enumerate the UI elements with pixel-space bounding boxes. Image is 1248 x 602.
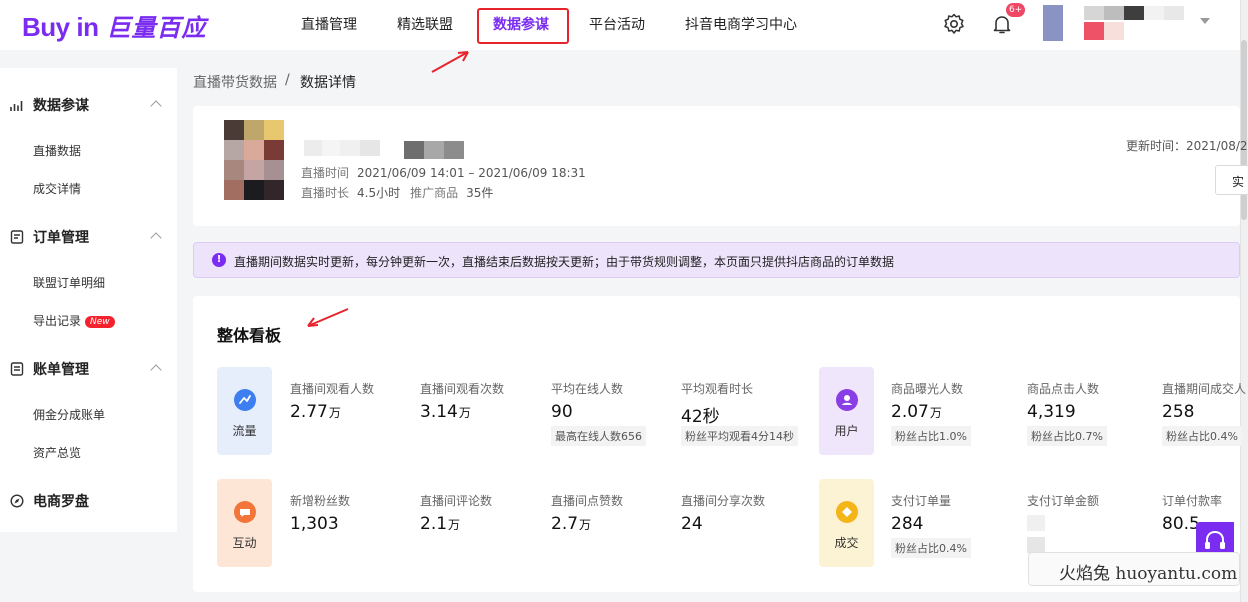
annotation-arrow <box>307 308 349 327</box>
metric-sub: 粉丝平均观看4分14秒 <box>681 426 798 446</box>
chart-icon <box>10 101 23 111</box>
sidebar-item-live-data[interactable]: 直播数据 <box>33 142 81 159</box>
metric-label: 商品点击人数 <box>1027 382 1100 396</box>
metric-label: 支付订单金额 <box>1027 494 1100 508</box>
list-icon <box>10 230 24 244</box>
nav-platform-events[interactable]: 平台活动 <box>589 14 645 34</box>
sidebar-group-data-advisor[interactable]: 数据参谋 <box>10 95 89 115</box>
live-duration-label: 直播时长 <box>301 186 350 200</box>
new-badge: New <box>85 316 115 328</box>
metric-label: 平均观看时长 <box>681 382 754 396</box>
live-time-value: 2021/06/09 14:01 – 2021/06/09 18:31 <box>357 166 586 180</box>
breadcrumb-separator: / <box>285 72 290 88</box>
sidebar-item-export-records[interactable]: 导出记录 New <box>33 312 115 329</box>
sidebar-group-label: 电商罗盘 <box>33 494 89 510</box>
category-deal: 成交 <box>819 479 874 567</box>
metric-value: 2.1万 <box>420 514 461 534</box>
sidebar-group-label: 订单管理 <box>33 230 89 246</box>
sidebar-item-alliance-orders[interactable]: 联盟订单明细 <box>33 274 105 291</box>
metric-label: 直播期间成交人 <box>1162 382 1247 396</box>
logo-text-cn: 巨量百应 <box>106 15 207 42</box>
metric-value: 2.77万 <box>290 402 341 422</box>
breadcrumb-parent[interactable]: 直播带货数据 <box>193 72 277 92</box>
metric-label: 商品曝光人数 <box>891 382 964 396</box>
metric-value: 2.7万 <box>551 514 592 534</box>
trend-icon <box>234 389 256 411</box>
metric-value: 258 <box>1162 402 1195 422</box>
notice-text: 直播期间数据实时更新，每分钟更新一次，直播结束后数据按天更新；由于带货规则调整，… <box>234 255 895 269</box>
promoted-products-label: 推广商品 <box>410 186 459 200</box>
sidebar-item-commission-bill[interactable]: 佣金分成账单 <box>33 406 105 423</box>
metric-value: 1,303 <box>290 514 339 534</box>
metric-label: 新增粉丝数 <box>290 494 351 508</box>
nav-learning-center[interactable]: 抖音电商学习中心 <box>685 14 797 34</box>
info-icon: ! <box>212 253 226 267</box>
metric-value: 24 <box>681 514 703 534</box>
chat-icon <box>234 501 256 523</box>
sidebar-group-compass[interactable]: 电商罗盘 <box>10 491 89 511</box>
sidebar-group-bill-management[interactable]: 账单管理 <box>10 359 89 379</box>
metric-value: 42秒 <box>681 407 720 427</box>
sidebar <box>0 68 177 532</box>
metric-sub: 粉丝占比0.4% <box>891 538 971 558</box>
metric-label: 支付订单量 <box>891 494 952 508</box>
compass-icon <box>10 494 24 508</box>
metric-label: 直播间观看次数 <box>420 382 505 396</box>
live-cover-thumbnail <box>224 120 284 200</box>
metric-label: 订单付款率 <box>1162 494 1223 508</box>
chevron-down-icon[interactable] <box>1200 18 1210 24</box>
metric-sub: 粉丝占比0.4% <box>1162 426 1242 446</box>
metric-value: 2.07万 <box>891 402 942 422</box>
gear-icon[interactable] <box>942 12 966 36</box>
dashboard-title: 整体看板 <box>217 326 282 345</box>
metric-value: 3.14万 <box>420 402 471 422</box>
category-interaction: 互动 <box>217 479 272 567</box>
buyin-logo[interactable]: Buy in 巨量百应 <box>22 8 207 42</box>
watermark: 火焰兔 huoyantu.com <box>1028 552 1240 586</box>
live-time-row: 直播时间 2021/06/09 14:01 – 2021/06/09 18:31 <box>301 164 586 181</box>
metric-label: 直播间评论数 <box>420 494 493 508</box>
user-icon <box>836 389 858 411</box>
notice-banner: ! 直播期间数据实时更新，每分钟更新一次，直播结束后数据按天更新；由于带货规则调… <box>193 242 1240 278</box>
nav-live-management[interactable]: 直播管理 <box>301 14 357 34</box>
breadcrumb-current: 数据详情 <box>300 75 356 91</box>
live-time-label: 直播时间 <box>301 166 350 180</box>
metric-label: 直播间观看人数 <box>290 382 375 396</box>
diamond-icon <box>836 501 858 523</box>
metric-value: 90 <box>551 402 573 422</box>
nav-highlight-box <box>477 8 569 44</box>
metric-value: 284 <box>891 514 924 534</box>
live-action-button[interactable]: 实 <box>1215 165 1248 195</box>
category-label: 成交 <box>834 536 859 550</box>
sidebar-item-asset-overview[interactable]: 资产总览 <box>33 444 81 461</box>
live-duration-value: 4.5小时 <box>357 186 401 200</box>
promoted-products-value: 35件 <box>466 186 494 200</box>
logo-text-en: Buy in <box>22 12 99 42</box>
category-user: 用户 <box>819 367 874 455</box>
sidebar-item-label: 导出记录 <box>33 314 82 328</box>
category-label: 互动 <box>232 536 257 550</box>
update-time: 更新时间：2021/08/2 <box>1126 139 1248 153</box>
sidebar-group-label: 账单管理 <box>33 362 89 378</box>
nav-alliance[interactable]: 精选联盟 <box>397 14 453 34</box>
sidebar-item-deal-details[interactable]: 成交详情 <box>33 180 81 197</box>
live-duration-row: 直播时长 4.5小时 推广商品 35件 <box>301 184 493 201</box>
category-label: 流量 <box>232 424 257 438</box>
annotation-arrow <box>431 51 469 73</box>
notification-badge: 6+ <box>1006 3 1026 17</box>
sidebar-group-order-management[interactable]: 订单管理 <box>10 227 89 247</box>
metric-label: 直播间点赞数 <box>551 494 624 508</box>
metric-sub: 最高在线人数656 <box>551 426 646 446</box>
sidebar-group-label: 数据参谋 <box>33 98 89 114</box>
metric-value: 80.5 <box>1162 514 1200 534</box>
bill-icon <box>10 362 24 376</box>
category-label: 用户 <box>834 424 859 438</box>
category-traffic: 流量 <box>217 367 272 455</box>
metric-label: 平均在线人数 <box>551 382 624 396</box>
metric-value: 4,319 <box>1027 402 1076 422</box>
metric-sub: 粉丝占比0.7% <box>1027 426 1107 446</box>
metric-sub: 粉丝占比1.0% <box>891 426 971 446</box>
metric-label: 直播间分享次数 <box>681 494 766 508</box>
